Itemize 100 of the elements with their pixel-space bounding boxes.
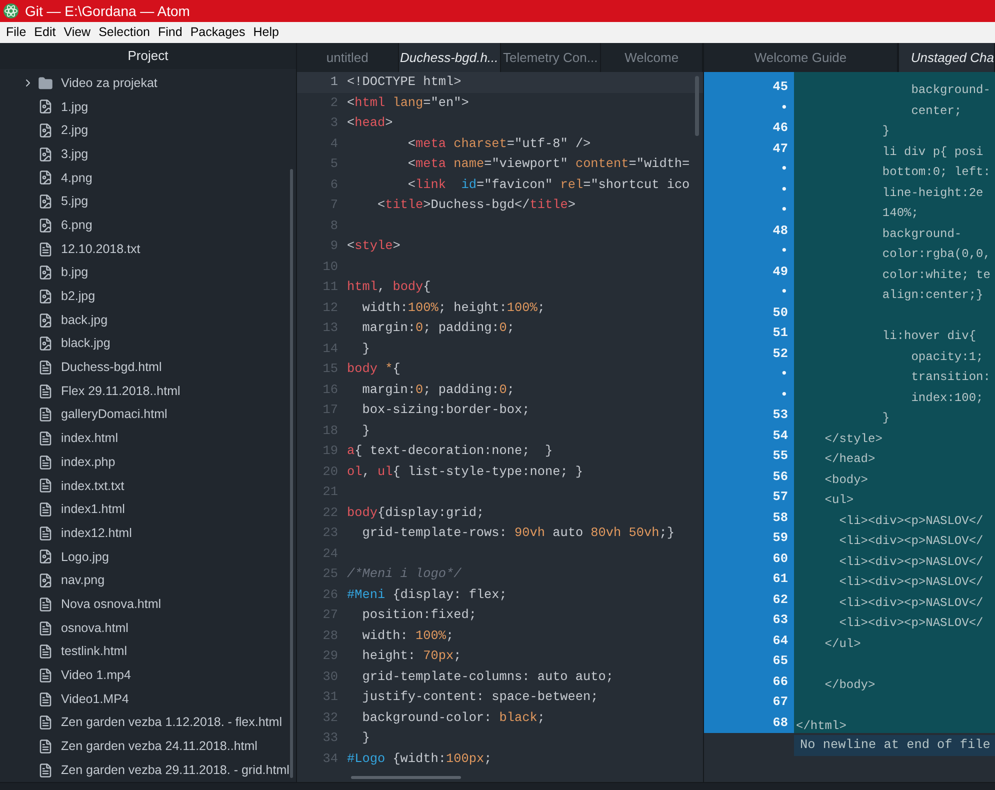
text-file-icon xyxy=(38,454,53,470)
line-number: 66 xyxy=(772,672,788,690)
line-number: 51 xyxy=(772,324,788,342)
scrollbar-thumb[interactable] xyxy=(695,76,699,136)
code-line: <meta name="viewport" content="width= xyxy=(406,155,690,173)
code-line: #Meni {display: flex; xyxy=(347,586,507,604)
menu-item[interactable]: Selection xyxy=(94,23,154,42)
line-number: 65 xyxy=(772,652,788,670)
text-file-icon xyxy=(38,478,53,494)
code-line: <!DOCTYPE html> xyxy=(347,73,462,91)
code-line: color:white; te xyxy=(881,268,990,282)
tree-item[interactable]: Zen garden vezba 29.11.2018. - grid.html xyxy=(0,758,296,782)
tree-item[interactable]: index12.html xyxy=(0,521,296,546)
line-number: • xyxy=(780,180,788,198)
tree-item[interactable]: Logo.jpg xyxy=(0,545,296,569)
tree-item[interactable]: Duchess-bgd.html xyxy=(0,356,296,380)
tree-item[interactable]: 4.png xyxy=(0,166,296,190)
editor-tab[interactable]: Welcome xyxy=(601,43,703,72)
menu-item[interactable]: Help xyxy=(249,23,283,42)
code-line: <head> xyxy=(347,114,393,132)
tree-item[interactable]: black.jpg xyxy=(0,332,296,356)
line-number: • xyxy=(780,283,788,301)
scrollbar-thumb[interactable] xyxy=(290,169,293,778)
code-line: justify-content: space-between; xyxy=(361,688,598,706)
tree-item[interactable]: 3.jpg xyxy=(0,142,296,166)
editor-tab[interactable]: Telemetry Con... xyxy=(500,43,602,72)
code-line: } xyxy=(361,422,370,440)
tree-item[interactable]: galleryDomaci.html xyxy=(0,403,296,427)
code-line: margin:0; padding:0; xyxy=(361,380,515,398)
line-number: • xyxy=(780,365,788,383)
code-line: bottom:0; left: xyxy=(881,165,990,179)
atom-logo-icon xyxy=(3,3,19,19)
code-line: body *{ xyxy=(347,360,400,378)
line-number: 67 xyxy=(772,693,788,711)
tree-item[interactable]: 5.jpg xyxy=(0,190,296,214)
line-number: 58 xyxy=(772,508,788,526)
menu-item[interactable]: Packages xyxy=(186,23,250,42)
code-line: li div p{ posi xyxy=(881,144,984,158)
code-line: #Logo {width:100px; xyxy=(347,750,492,768)
tree-item[interactable]: Video 1.mp4 xyxy=(0,664,296,688)
tree-item[interactable]: back.jpg xyxy=(0,308,296,332)
tree-item[interactable]: b2.jpg xyxy=(0,284,296,308)
tree-item[interactable]: Video za projekat xyxy=(0,71,296,96)
editor-tab[interactable]: untitled xyxy=(297,43,399,72)
line-number: 54 xyxy=(772,426,788,444)
code-line: <li><div><p>NASLOV</ xyxy=(838,514,984,528)
image-file-icon xyxy=(38,312,53,328)
image-file-icon xyxy=(38,265,53,280)
editor-tab[interactable]: Duchess-bgd.h... xyxy=(398,43,500,72)
tree-item[interactable]: Nova osnova.html xyxy=(0,592,296,616)
code-line: opacity:1; xyxy=(910,350,984,364)
line-number: 60 xyxy=(772,550,788,568)
text-file-icon xyxy=(38,431,53,446)
text-file-icon xyxy=(38,407,53,422)
line-number: • xyxy=(780,98,788,116)
code-line: align:center;} xyxy=(881,288,984,302)
editor-tab[interactable]: Welcome Guide xyxy=(704,43,898,72)
menu-item[interactable]: Find xyxy=(154,23,186,42)
line-number: 45 xyxy=(772,78,788,96)
code-line: transition: xyxy=(910,370,990,384)
line-number: 68 xyxy=(772,714,788,732)
image-file-icon xyxy=(38,573,53,588)
tree-item[interactable]: index.html xyxy=(0,426,296,450)
code-line: margin:0; padding:0; xyxy=(361,319,515,337)
tree-item[interactable]: b.jpg xyxy=(0,260,296,285)
code-line: position:fixed; xyxy=(361,606,476,624)
tree-item[interactable]: Zen garden vezba 24.11.2018..html xyxy=(0,734,296,758)
tree-item[interactable]: Flex 29.11.2018..html xyxy=(0,379,296,403)
tree-item[interactable]: 6.png xyxy=(0,214,296,238)
line-number: 61 xyxy=(772,570,788,588)
tree-item[interactable]: index1.html xyxy=(0,498,296,522)
line-number: 59 xyxy=(772,529,788,547)
tree-item[interactable]: Zen garden vezba 1.12.2018. - flex.html xyxy=(0,710,296,735)
tree-item[interactable]: index.txt.txt xyxy=(0,474,296,498)
image-file-icon xyxy=(38,194,53,210)
tree-item[interactable]: 1.jpg xyxy=(0,95,296,119)
menu-item[interactable]: View xyxy=(60,23,95,42)
tree-item[interactable]: osnova.html xyxy=(0,616,296,640)
code-line: li:hover div{ xyxy=(881,329,976,343)
text-file-icon xyxy=(38,620,53,636)
line-number: 52 xyxy=(772,344,788,362)
image-file-icon xyxy=(38,170,53,186)
line-number: 56 xyxy=(772,468,788,486)
code-line: } xyxy=(881,124,890,138)
image-file-icon xyxy=(38,549,53,564)
menu-item[interactable]: File xyxy=(2,23,30,42)
line-number: • xyxy=(780,242,788,260)
tree-item[interactable]: testlink.html xyxy=(0,640,296,664)
tree-item[interactable]: 12.10.2018.txt xyxy=(0,237,296,261)
code-editor[interactable] xyxy=(297,72,703,782)
tree-item[interactable]: Video1.MP4 xyxy=(0,687,296,711)
code-line: } xyxy=(361,340,370,358)
tree-item[interactable]: 2.jpg xyxy=(0,118,296,142)
tree-item[interactable]: nav.png xyxy=(0,568,296,592)
menu-item[interactable]: Edit xyxy=(30,23,60,42)
text-file-icon xyxy=(38,596,53,612)
editor-tab[interactable]: Unstaged Cha xyxy=(898,43,995,72)
tree-item[interactable]: index.php xyxy=(0,450,296,474)
code-line: } xyxy=(881,411,890,425)
horizontal-scrollbar-thumb[interactable] xyxy=(351,776,461,779)
